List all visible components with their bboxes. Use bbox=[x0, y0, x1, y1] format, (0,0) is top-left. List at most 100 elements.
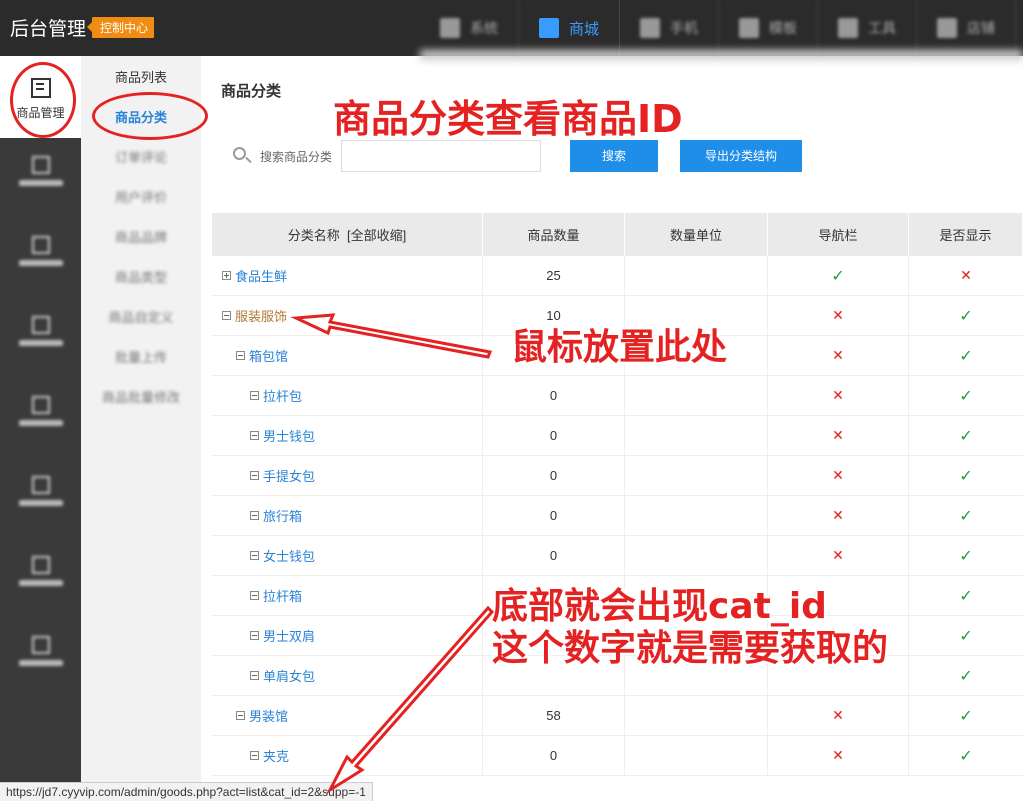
collapse-icon[interactable] bbox=[250, 511, 259, 520]
goods-count-cell-value[interactable]: 58 bbox=[546, 708, 560, 723]
show-toggle-cell-value[interactable]: ✓ bbox=[959, 306, 972, 326]
collapse-icon[interactable] bbox=[250, 471, 259, 480]
top-nav-label: 系统 bbox=[470, 20, 498, 36]
category-name-cell: 旅行箱 bbox=[212, 496, 483, 535]
show-toggle-cell-value[interactable]: ✓ bbox=[959, 666, 972, 686]
annotation-bottom-line1: 底部就会出现cat_id bbox=[492, 586, 827, 627]
goods-count-cell-value[interactable]: 0 bbox=[550, 548, 557, 563]
blurred-label bbox=[18, 580, 63, 586]
nav-toggle-cell-value[interactable]: ✕ bbox=[832, 547, 844, 564]
category-link[interactable]: 男装馆 bbox=[249, 706, 288, 725]
collapse-icon[interactable] bbox=[250, 591, 259, 600]
goods-count-cell-value[interactable]: 0 bbox=[550, 748, 557, 763]
show-toggle-cell-value[interactable]: ✓ bbox=[959, 746, 972, 766]
category-link[interactable]: 箱包馆 bbox=[249, 346, 288, 365]
collapse-icon[interactable] bbox=[250, 391, 259, 400]
category-link[interactable]: 男士钱包 bbox=[263, 426, 315, 445]
sidebar-item-blurred[interactable] bbox=[0, 298, 81, 378]
show-toggle-cell-value[interactable]: ✕ bbox=[960, 267, 972, 284]
top-nav-item[interactable]: 店铺 bbox=[917, 0, 1017, 56]
sidebar-item-blurred[interactable] bbox=[0, 458, 81, 538]
collapse-all-link[interactable]: [全部收缩] bbox=[347, 225, 406, 244]
subnav-item[interactable]: 批量上传 bbox=[81, 338, 201, 378]
menu-icon bbox=[31, 396, 50, 414]
subnav-item[interactable]: 商品自定义 bbox=[81, 298, 201, 338]
show-toggle-cell-value[interactable]: ✓ bbox=[959, 466, 972, 486]
subnav-item[interactable]: 商品品牌 bbox=[81, 218, 201, 258]
top-nav-item[interactable]: 商城 bbox=[519, 0, 621, 56]
nav-toggle-cell-value[interactable]: ✕ bbox=[832, 467, 844, 484]
category-link[interactable]: 手提女包 bbox=[263, 466, 315, 485]
top-nav-item[interactable]: 系统 bbox=[420, 0, 519, 56]
subnav-item[interactable]: 用户评价 bbox=[81, 178, 201, 218]
show-toggle-cell: ✕ bbox=[909, 256, 1023, 295]
category-name-cell: 夹克 bbox=[212, 736, 483, 775]
collapse-icon[interactable] bbox=[250, 751, 259, 760]
show-toggle-cell-value[interactable]: ✓ bbox=[959, 506, 972, 526]
category-name-cell: 拉杆包 bbox=[212, 376, 483, 415]
goods-count-cell-value[interactable]: 0 bbox=[550, 508, 557, 523]
category-link[interactable]: 夹克 bbox=[263, 746, 289, 765]
goods-count-cell: 0 bbox=[483, 416, 625, 455]
nav-toggle-cell-value[interactable]: ✕ bbox=[832, 747, 844, 764]
search-button[interactable]: 搜索 bbox=[570, 140, 658, 172]
category-link[interactable]: 食品生鲜 bbox=[235, 266, 287, 285]
goods-count-cell-value[interactable]: 0 bbox=[550, 388, 557, 403]
store-icon bbox=[539, 18, 559, 38]
collapse-icon[interactable] bbox=[236, 351, 245, 360]
export-structure-button[interactable]: 导出分类结构 bbox=[680, 140, 802, 172]
goods-count-cell-value[interactable]: 25 bbox=[546, 268, 560, 283]
collapse-icon[interactable] bbox=[250, 551, 259, 560]
collapse-icon[interactable] bbox=[250, 631, 259, 640]
goods-count-cell-value[interactable]: 0 bbox=[550, 468, 557, 483]
nav-toggle-cell-value[interactable]: ✕ bbox=[832, 347, 844, 364]
category-name-cell: 男装馆 bbox=[212, 696, 483, 735]
category-link[interactable]: 拉杆包 bbox=[263, 386, 302, 405]
nav-toggle-cell-value[interactable]: ✕ bbox=[832, 387, 844, 404]
top-nav-label: 商城 bbox=[569, 20, 600, 38]
show-toggle-cell-value[interactable]: ✓ bbox=[959, 346, 972, 366]
category-link[interactable]: 服装服饰 bbox=[235, 306, 287, 325]
nav-toggle-cell-value[interactable]: ✕ bbox=[832, 507, 844, 524]
table-row: 男士钱包 0 ✕ ✓ bbox=[212, 416, 1023, 456]
subnav-item[interactable]: 商品批量修改 bbox=[81, 378, 201, 418]
collapse-icon[interactable] bbox=[236, 711, 245, 720]
top-nav-item[interactable]: 工具 bbox=[818, 0, 918, 56]
show-toggle-cell-value[interactable]: ✓ bbox=[959, 626, 972, 646]
show-toggle-cell-value[interactable]: ✓ bbox=[959, 386, 972, 406]
collapse-icon[interactable] bbox=[222, 311, 231, 320]
nav-toggle-cell-value[interactable]: ✕ bbox=[832, 307, 844, 324]
category-name-cell: 男士钱包 bbox=[212, 416, 483, 455]
subnav-item[interactable]: 商品类型 bbox=[81, 258, 201, 298]
sidebar-item-blurred[interactable] bbox=[0, 218, 81, 298]
sidebar-item-blurred[interactable] bbox=[0, 138, 81, 218]
nav-toggle-cell-value[interactable]: ✓ bbox=[831, 266, 844, 286]
show-toggle-cell-value[interactable]: ✓ bbox=[959, 546, 972, 566]
search-input[interactable] bbox=[341, 140, 541, 172]
sub-sidebar: 商品列表 商品分类 订单评论 用户评价 商品品牌 商品类型 商品自定义 批量上传 商品批量修改 bbox=[81, 56, 201, 786]
collapse-icon[interactable] bbox=[250, 671, 259, 680]
nav-toggle-cell-value[interactable]: ✕ bbox=[832, 707, 844, 724]
show-toggle-cell-value[interactable]: ✓ bbox=[959, 586, 972, 606]
menu-icon bbox=[31, 556, 50, 574]
nav-toggle-cell-value[interactable]: ✕ bbox=[832, 427, 844, 444]
expand-icon[interactable] bbox=[222, 271, 231, 280]
sidebar-item-blurred[interactable] bbox=[0, 378, 81, 458]
category-link[interactable]: 旅行箱 bbox=[263, 506, 302, 525]
sidebar-item-blurred[interactable] bbox=[0, 538, 81, 618]
subnav-item[interactable]: 订单评论 bbox=[81, 138, 201, 178]
nav-icon bbox=[640, 18, 661, 38]
category-link[interactable]: 单肩女包 bbox=[263, 666, 315, 685]
top-nav-item[interactable]: 手机 bbox=[620, 0, 720, 56]
goods-count-cell: 0 bbox=[483, 456, 625, 495]
sidebar-item-blurred[interactable] bbox=[0, 618, 81, 698]
top-nav-item[interactable]: 模板 bbox=[719, 0, 819, 56]
category-link[interactable]: 女士钱包 bbox=[263, 546, 315, 565]
collapse-icon[interactable] bbox=[250, 431, 259, 440]
goods-count-cell-value[interactable]: 0 bbox=[550, 428, 557, 443]
category-link[interactable]: 拉杆箱 bbox=[263, 586, 302, 605]
control-center-badge[interactable]: 控制中心 bbox=[86, 17, 155, 38]
category-link[interactable]: 男士双肩 bbox=[263, 626, 315, 645]
show-toggle-cell-value[interactable]: ✓ bbox=[959, 426, 972, 446]
show-toggle-cell-value[interactable]: ✓ bbox=[959, 706, 972, 726]
